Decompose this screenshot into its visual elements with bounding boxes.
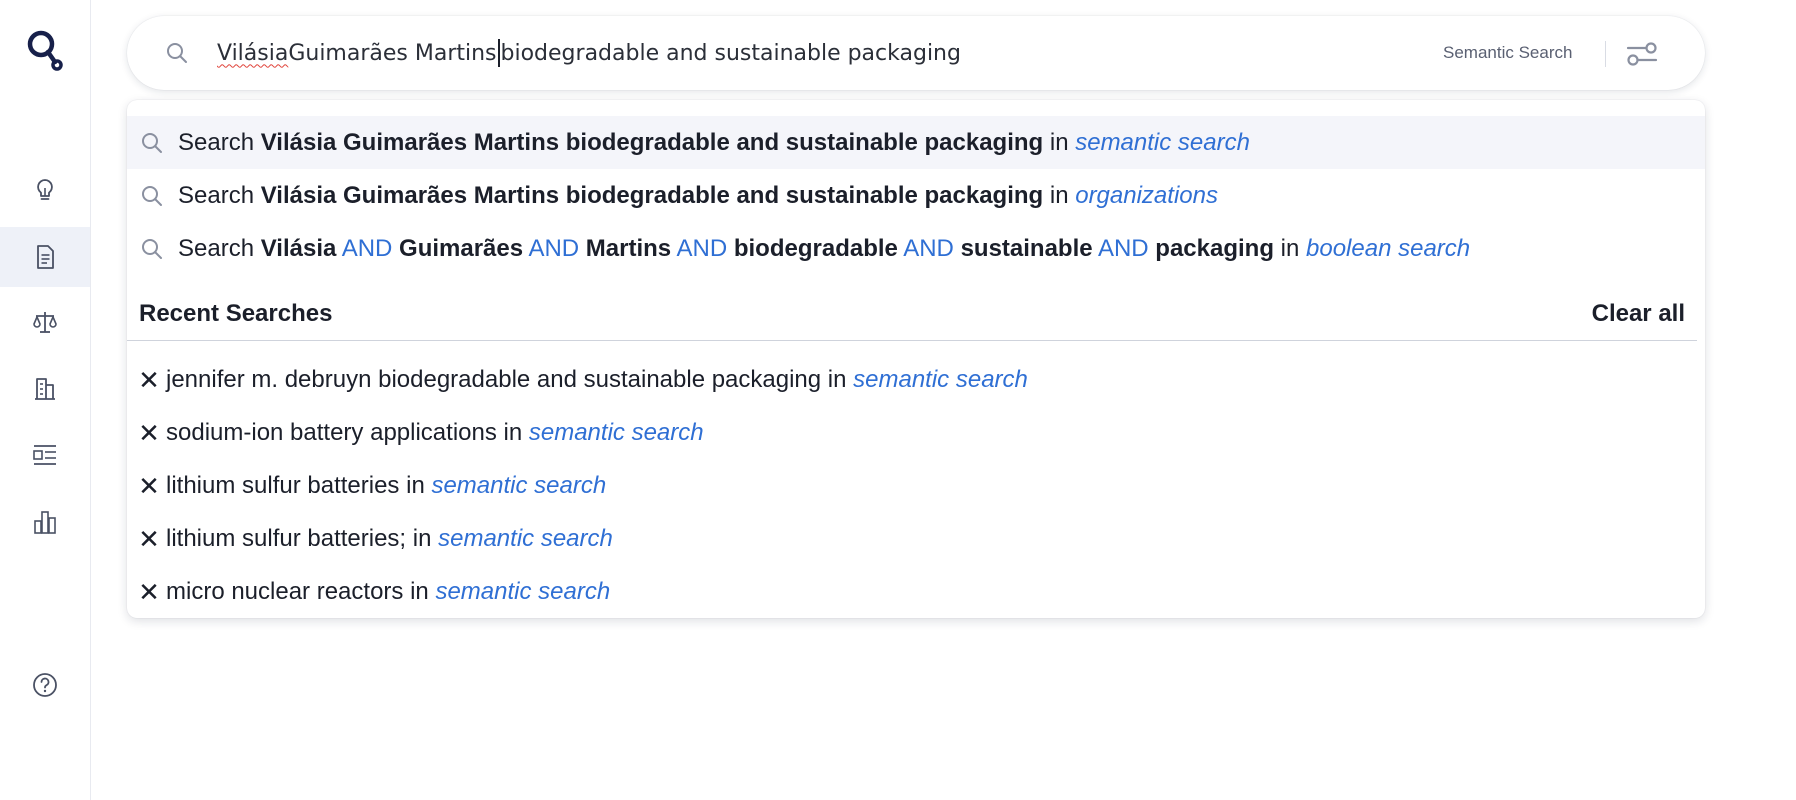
- recent-query: sodium-ion battery applications: [166, 419, 497, 446]
- recent-search-link[interactable]: micro nuclear reactors in semantic searc…: [166, 578, 610, 606]
- suggestion-scope: boolean search: [1306, 234, 1471, 262]
- remove-recent-icon[interactable]: ✕: [138, 579, 160, 605]
- suggestion-in: in: [1043, 181, 1076, 209]
- recent-search-link[interactable]: sodium-ion battery applications in seman…: [166, 419, 704, 447]
- search-icon: [142, 239, 162, 259]
- list-icon: [33, 445, 56, 465]
- recent-in: in: [406, 525, 439, 552]
- logo-icon: [27, 30, 63, 71]
- suggestion-semantic-search[interactable]: Search Vilásia Guimarães Martins biodegr…: [127, 116, 1705, 169]
- recent-in: in: [496, 419, 529, 446]
- suggestion-prefix: Search: [178, 234, 261, 262]
- suggestion-scope: semantic search: [1075, 128, 1250, 156]
- building-icon: [35, 378, 55, 400]
- recent-scope: semantic search: [438, 525, 613, 552]
- recent-query: micro nuclear reactors: [166, 578, 404, 605]
- suggestion-text: Search Vilásia Guimarães Martins biodegr…: [178, 129, 1250, 157]
- sidebar: [0, 0, 91, 800]
- boolean-operator: AND: [903, 234, 954, 262]
- recent-in: in: [403, 578, 436, 605]
- search-icon: [142, 133, 162, 153]
- recent-search-item: ✕ lithium sulfur batteries in semantic s…: [127, 461, 1705, 511]
- recent-in: in: [821, 366, 854, 393]
- recent-search-item: ✕ jennifer m. debruyn biodegradable and …: [127, 355, 1705, 405]
- recent-searches-header: Recent Searches Clear all: [139, 296, 1705, 340]
- boolean-operator: AND: [676, 234, 728, 262]
- search-mode-label[interactable]: Semantic Search: [1443, 43, 1572, 63]
- app-root: Vilásia Guimarães Martins biodegradable …: [0, 0, 1796, 800]
- boolean-term: sustainable: [960, 234, 1093, 262]
- app-logo[interactable]: [24, 28, 64, 72]
- search-input[interactable]: Vilásia Guimarães Martins biodegradable …: [217, 35, 1517, 71]
- remove-recent-icon[interactable]: ✕: [138, 526, 160, 552]
- boolean-operator: AND: [341, 234, 393, 262]
- query-text-before-caret: Guimarães Martins: [288, 40, 497, 66]
- search-suggestions-dropdown: Search Vilásia Guimarães Martins biodegr…: [127, 100, 1705, 618]
- recent-search-item: ✕ micro nuclear reactors in semantic sea…: [127, 567, 1705, 617]
- remove-recent-icon[interactable]: ✕: [138, 473, 160, 499]
- sidebar-item-legal[interactable]: [0, 292, 90, 352]
- scales-icon: [33, 312, 57, 333]
- search-bar: Vilásia Guimarães Martins biodegradable …: [127, 16, 1705, 90]
- query-text-after-caret: biodegradable and sustainable packaging: [500, 40, 961, 66]
- recent-scope: semantic search: [431, 472, 607, 499]
- suggestion-prefix: Search: [178, 181, 261, 209]
- sidebar-item-analytics[interactable]: [0, 492, 90, 552]
- recent-search-item: ✕ sodium-ion battery applications in sem…: [127, 408, 1705, 458]
- recent-scope: semantic search: [435, 578, 611, 605]
- boolean-operator: AND: [528, 234, 580, 262]
- recent-search-link[interactable]: lithium sulfur batteries in semantic sea…: [166, 472, 606, 500]
- sidebar-item-insights[interactable]: [0, 160, 90, 220]
- search-icon: [167, 43, 187, 63]
- boolean-term: Vilásia: [260, 234, 337, 262]
- filter-settings-icon[interactable]: [1625, 38, 1659, 70]
- recent-search-item: ✕ lithium sulfur batteries; in semantic …: [127, 514, 1705, 564]
- sidebar-item-lists[interactable]: [0, 425, 90, 485]
- boolean-term: biodegradable: [733, 234, 898, 262]
- recent-search-link[interactable]: jennifer m. debruyn biodegradable and su…: [166, 366, 1028, 394]
- document-icon: [37, 245, 54, 269]
- suggestion-text: Search Vilásia AND Guimarães AND Martins…: [178, 235, 1470, 263]
- bar-chart-icon: [34, 511, 56, 534]
- sidebar-item-help[interactable]: [0, 655, 90, 715]
- remove-recent-icon[interactable]: ✕: [138, 367, 160, 393]
- lightbulb-icon: [37, 179, 53, 200]
- divider: [127, 340, 1697, 341]
- suggestion-text: Search Vilásia Guimarães Martins biodegr…: [178, 182, 1218, 210]
- recent-scope: semantic search: [853, 366, 1028, 393]
- suggestion-organizations[interactable]: Search Vilásia Guimarães Martins biodegr…: [127, 169, 1705, 222]
- suggestion-boolean-search[interactable]: Search Vilásia AND Guimarães AND Martins…: [127, 222, 1705, 275]
- misspelled-word: Vilásia: [217, 40, 289, 66]
- recent-search-link[interactable]: lithium sulfur batteries; in semantic se…: [166, 525, 613, 553]
- recent-searches-title: Recent Searches: [139, 300, 333, 327]
- recent-scope: semantic search: [528, 419, 704, 446]
- recent-query: lithium sulfur batteries: [166, 472, 400, 499]
- boolean-term: Martins: [585, 234, 672, 262]
- remove-recent-icon[interactable]: ✕: [138, 420, 160, 446]
- sidebar-item-documents[interactable]: [0, 227, 90, 287]
- help-icon: [33, 673, 57, 697]
- recent-query: jennifer m. debruyn biodegradable and su…: [166, 366, 822, 393]
- recent-query: lithium sulfur batteries;: [166, 525, 407, 552]
- suggestion-query: Vilásia Guimarães Martins biodegradable …: [260, 181, 1044, 209]
- boolean-term: Guimarães: [399, 234, 524, 262]
- boolean-term: packaging: [1155, 234, 1274, 262]
- boolean-operator: AND: [1097, 234, 1149, 262]
- suggestion-prefix: Search: [178, 128, 261, 156]
- suggestion-in: in: [1274, 234, 1307, 262]
- suggestion-in: in: [1043, 128, 1076, 156]
- clear-all-button[interactable]: Clear all: [1592, 300, 1685, 328]
- suggestion-scope: organizations: [1075, 181, 1218, 209]
- text-caret: [497, 39, 500, 67]
- sidebar-item-organizations[interactable]: [0, 358, 90, 418]
- recent-in: in: [399, 472, 432, 499]
- search-icon: [142, 186, 162, 206]
- divider: [1605, 41, 1606, 67]
- suggestion-query: Vilásia Guimarães Martins biodegradable …: [260, 128, 1044, 156]
